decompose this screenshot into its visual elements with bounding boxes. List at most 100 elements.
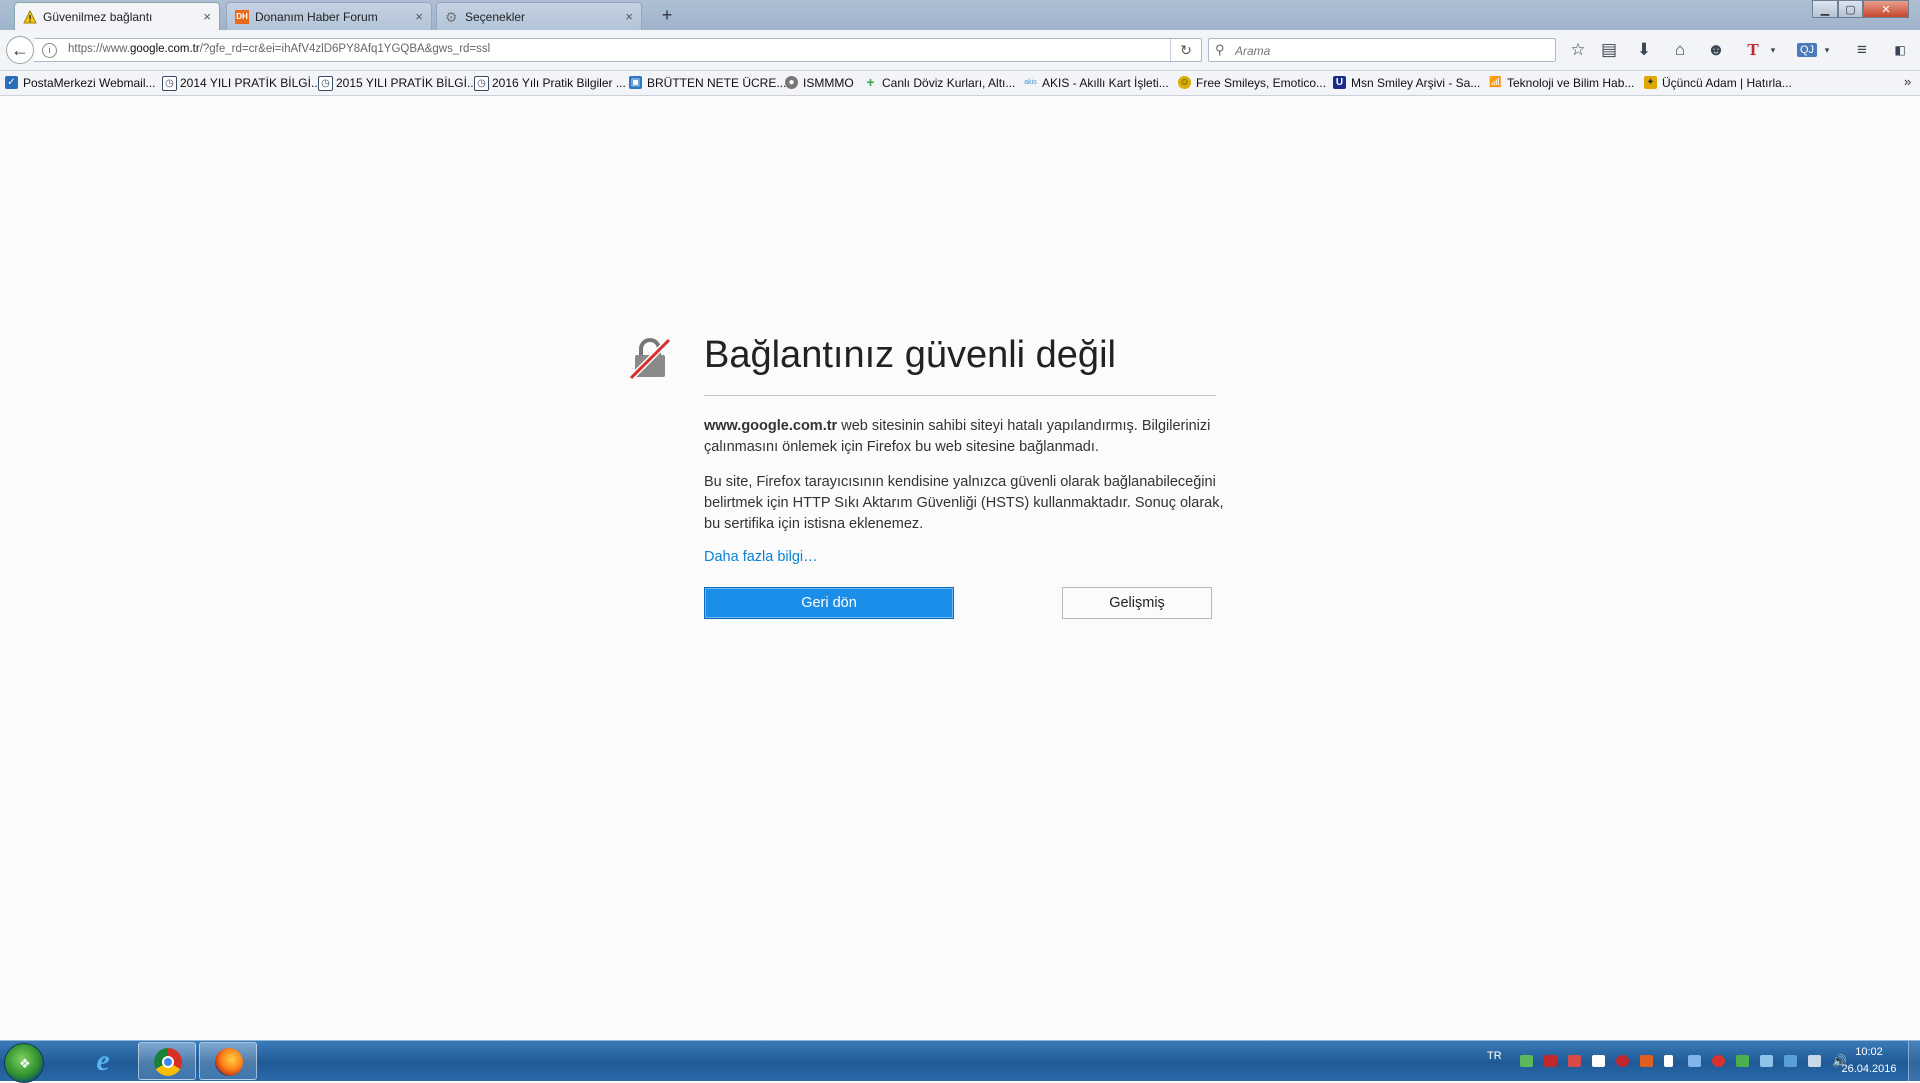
internet-explorer-icon: e [96, 1044, 110, 1077]
tray-sync-icon[interactable] [1784, 1055, 1797, 1067]
translate-t-icon[interactable]: T [1740, 37, 1766, 63]
tray-antivirus-icon[interactable] [1544, 1055, 1557, 1067]
tray-update-icon[interactable] [1640, 1055, 1653, 1067]
bookmark-item[interactable]: ✦ Üçüncü Adam | Hatırla... [1642, 75, 1792, 91]
firefox-icon [215, 1048, 243, 1076]
tray-status-icon[interactable] [1736, 1055, 1749, 1067]
bookmark-label: 2015 YILI PRATİK BİLGİ... [336, 76, 477, 90]
bookmark-item[interactable]: ◷ 2016 Yılı Pratik Bilgiler ... [472, 75, 626, 91]
tray-app-icon[interactable] [1712, 1055, 1725, 1067]
bookmark-item[interactable]: ● ISMMMO [783, 75, 854, 91]
chrome-icon [154, 1048, 182, 1076]
bookmark-item[interactable]: 📶 Teknoloji ve Bilim Hab... [1487, 75, 1634, 91]
language-indicator[interactable]: TR [1487, 1050, 1502, 1062]
bookmark-item[interactable]: + Canlı Döviz Kurları, Altı... [862, 75, 1015, 91]
menu-icon[interactable]: ≡ [1849, 37, 1875, 63]
advanced-button[interactable]: Gelişmiş [1062, 587, 1212, 619]
bookmark-item[interactable]: akis AKIS - Akıllı Kart İşleti... [1022, 75, 1169, 91]
download-icon[interactable]: ⬇ [1631, 37, 1657, 63]
url-path: /?gfe_rd=cr&ei=ihAfV4zlD6PY8Afq1YGQBA&gw… [199, 43, 491, 55]
tray-network-icon[interactable] [1808, 1055, 1821, 1067]
bookmark-item[interactable]: U Msn Smiley Arşivi - Sa... [1331, 75, 1480, 91]
tab-close-icon[interactable]: × [415, 3, 423, 31]
gear-icon: ⚙ [445, 9, 458, 25]
broken-lock-icon [628, 337, 672, 380]
bookmarks-toolbar: ✓ PostaMerkezi Webmail... ◷ 2014 YILI PRAT… [0, 71, 1920, 96]
error-description: www.google.com.tr web sitesinin sahibi s… [704, 416, 1224, 458]
go-back-button[interactable]: Geri dön [704, 587, 954, 619]
chevron-down-icon[interactable]: ▾ [1766, 37, 1780, 63]
tray-network-app-icon[interactable] [1520, 1055, 1533, 1067]
show-desktop-button[interactable] [1908, 1041, 1920, 1081]
url-host: google.com.tr [130, 43, 200, 55]
bookmark-label: AKIS - Akıllı Kart İşleti... [1042, 76, 1169, 90]
smiley-icon: ☺ [1178, 76, 1191, 89]
bookmark-label: Msn Smiley Arşivi - Sa... [1351, 76, 1481, 90]
bookmark-item[interactable]: ◷ 2014 YILI PRATİK BİLGİ... [160, 75, 321, 91]
info-icon[interactable]: i [42, 43, 57, 58]
signal-icon: 📶 [1489, 77, 1502, 88]
bookmark-item[interactable]: ✓ PostaMerkezi Webmail... [3, 75, 156, 91]
clock-date[interactable]: 26.04.2016 [1836, 1063, 1902, 1075]
clock-icon: ◷ [474, 76, 489, 91]
tray-monitor-icon[interactable] [1688, 1055, 1701, 1067]
tab-donanim-haber[interactable]: DH Donanım Haber Forum × [226, 2, 432, 30]
tray-windows-icon[interactable] [1592, 1055, 1605, 1067]
site-host: www.google.com.tr [704, 418, 838, 434]
close-window-button[interactable]: ✕ [1863, 0, 1909, 18]
addon-icon[interactable]: QJ [1794, 37, 1820, 63]
dh-favicon: DH [235, 10, 249, 24]
url-prefix: https://www. [68, 43, 130, 55]
url-text[interactable]: https://www.google.com.tr/?gfe_rd=cr&ei=… [68, 43, 490, 55]
url-bar[interactable]: i https://www.google.com.tr/?gfe_rd=cr&e… [34, 38, 1202, 62]
sidebar-toggle-icon[interactable]: ◧ [1887, 37, 1913, 63]
tab-options[interactable]: ⚙ Seçenekler × [436, 2, 642, 30]
tray-flag-icon[interactable] [1664, 1055, 1673, 1067]
maximize-button[interactable]: ▢ [1838, 0, 1863, 18]
search-bar[interactable]: ⚲ [1208, 38, 1556, 62]
bookmark-item[interactable]: ◷ 2015 YILI PRATİK BİLGİ... [316, 75, 477, 91]
new-tab-button[interactable]: + [656, 3, 678, 27]
tab-strip: Güvenilmez bağlantı × DH Donanım Haber F… [0, 0, 1920, 30]
hsts-explanation: Bu site, Firefox tarayıcısının kendisine… [704, 474, 1224, 532]
bookmark-label: PostaMerkezi Webmail... [23, 76, 156, 90]
reload-icon[interactable]: ↻ [1170, 39, 1201, 61]
tab-close-icon[interactable]: × [625, 3, 633, 31]
bookmark-star-icon[interactable]: ☆ [1565, 37, 1591, 63]
bookmark-label: 2016 Yılı Pratik Bilgiler ... [492, 76, 626, 90]
bookmark-label: Üçüncü Adam | Hatırla... [1662, 76, 1792, 90]
back-button[interactable]: ← [6, 36, 34, 64]
bookmark-label: Canlı Döviz Kurları, Altı... [882, 76, 1016, 90]
error-page: Bağlantınız güvenli değil www.google.com… [0, 96, 1920, 1040]
navigation-toolbar: ← i https://www.google.com.tr/?gfe_rd=cr… [0, 30, 1920, 71]
tray-cloud-icon[interactable] [1760, 1055, 1773, 1067]
taskbar-firefox[interactable] [199, 1042, 257, 1080]
plus-icon: + [866, 74, 875, 90]
clock-time[interactable]: 10:02 [1844, 1046, 1894, 1058]
bookmarks-overflow-icon[interactable]: » [1904, 74, 1911, 89]
bookmark-item[interactable]: ☺ Free Smileys, Emotico... [1176, 75, 1326, 91]
tray-security-icon[interactable] [1616, 1055, 1629, 1067]
tab-title: Güvenilmez bağlantı [43, 10, 153, 24]
taskbar-internet-explorer[interactable]: e [74, 1042, 132, 1080]
minimize-button[interactable]: ▁ [1812, 0, 1838, 18]
calc-icon: ▣ [629, 76, 642, 89]
clock-icon: ◷ [162, 76, 177, 91]
check-icon: ✓ [5, 76, 18, 89]
tab-close-icon[interactable]: × [203, 3, 211, 31]
tab-untrusted-connection[interactable]: Güvenilmez bağlantı × [14, 2, 220, 30]
chevron-down-icon[interactable]: ▾ [1820, 37, 1834, 63]
divider [704, 395, 1216, 396]
windows-taskbar: ❖ e TR 🔊 10:02 26.04.2016 [0, 1040, 1920, 1083]
tray-mail-icon[interactable] [1568, 1055, 1581, 1067]
bookmark-item[interactable]: ▣ BRÜTTEN NETE ÜCRE... [627, 75, 786, 91]
learn-more-link[interactable]: Daha fazla bilgi… [704, 549, 818, 565]
clock-icon: ◷ [318, 76, 333, 91]
home-icon[interactable]: ⌂ [1667, 37, 1693, 63]
chat-icon[interactable]: ☻ [1703, 37, 1729, 63]
reading-list-icon[interactable]: ▤ [1596, 37, 1622, 63]
search-input[interactable] [1233, 40, 1547, 62]
start-button[interactable]: ❖ [4, 1043, 44, 1083]
bulb-icon: ✦ [1644, 76, 1657, 89]
taskbar-chrome[interactable] [138, 1042, 196, 1080]
